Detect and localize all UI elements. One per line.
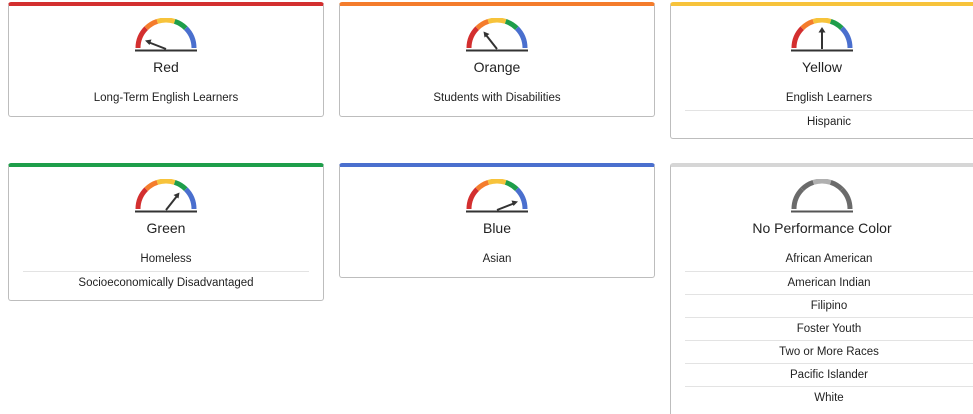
card-orange: Orange Students with Disabilities — [339, 2, 655, 117]
card-title: Yellow — [802, 59, 842, 75]
student-group-list: Asian — [354, 248, 640, 271]
card-title: No Performance Color — [752, 220, 892, 236]
gauge-green-icon — [135, 179, 197, 213]
gauge-red-icon — [135, 18, 197, 52]
list-item: English Learners — [785, 92, 873, 104]
card-blue: Blue Asian — [339, 163, 655, 278]
list-item: American Indian — [685, 271, 973, 294]
card-yellow: Yellow English Learners Hispanic — [670, 2, 973, 139]
list-item: Two or More Races — [685, 340, 973, 363]
student-group-list: African American American Indian Filipin… — [685, 248, 973, 409]
list-item: Homeless — [140, 253, 192, 265]
card-no-performance-color: No Performance Color African American Am… — [670, 163, 973, 414]
list-item: Students with Disabilities — [433, 92, 561, 104]
list-item: Long-Term English Learners — [93, 92, 239, 104]
gauge-orange-icon — [466, 18, 528, 52]
student-group-list: Students with Disabilities — [354, 87, 640, 110]
list-item: Foster Youth — [685, 317, 973, 340]
list-item: White — [685, 386, 973, 409]
student-group-list: Long-Term English Learners — [23, 87, 309, 110]
card-green: Green Homeless Socioeconomically Disadva… — [8, 163, 324, 301]
card-title: Red — [153, 59, 179, 75]
gauge-blue-icon — [466, 179, 528, 213]
student-group-list: English Learners Hispanic — [685, 87, 973, 133]
list-item: Hispanic — [685, 110, 973, 133]
card-title: Orange — [473, 59, 521, 75]
list-item: Asian — [482, 253, 512, 265]
list-item: African American — [785, 253, 873, 265]
list-item: Socioeconomically Disadvantaged — [23, 271, 309, 294]
card-title: Blue — [482, 220, 512, 236]
gauge-gray-icon — [791, 179, 853, 213]
list-item: Filipino — [685, 294, 973, 317]
performance-color-dashboard: Red Long-Term English Learners Orange St… — [0, 0, 973, 414]
gauge-yellow-icon — [791, 18, 853, 52]
list-item: Pacific Islander — [685, 363, 973, 386]
card-title: Green — [146, 220, 186, 236]
card-red: Red Long-Term English Learners — [8, 2, 324, 117]
student-group-list: Homeless Socioeconomically Disadvantaged — [23, 248, 309, 294]
